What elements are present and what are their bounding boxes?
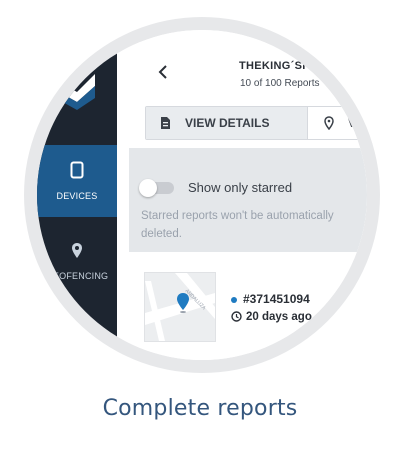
sidebar-item-label: GEOFENCING — [45, 270, 109, 281]
back-arrow-icon[interactable] — [157, 64, 169, 80]
report-count: 10 of 100 Reports — [240, 78, 320, 89]
sidebar-item-devices[interactable]: DEVICES — [37, 145, 117, 217]
toggle-label: Show only starred — [188, 180, 293, 195]
sidebar: DEVICES GEOFENCING — [37, 30, 117, 360]
gear-icon[interactable] — [72, 320, 84, 332]
tab-label: VI — [348, 116, 360, 130]
logo-icon — [59, 74, 95, 110]
show-starred-toggle[interactable] — [139, 179, 174, 197]
location-pin-icon — [324, 116, 334, 130]
app-screenshot-circle: DEVICES GEOFENCING THEKING´SI 10 of 100 … — [37, 30, 367, 360]
main-panel: THEKING´SI 10 of 100 Reports VIEW DETAIL… — [117, 30, 367, 360]
tab-label: VIEW DETAILS — [185, 116, 270, 130]
clock-icon — [231, 311, 242, 322]
location-pin-icon — [72, 242, 82, 258]
map-streets: ANDALUZA — [145, 273, 215, 341]
page-title: THEKING´SI — [239, 60, 306, 72]
tab-bar: VIEW DETAILS VI — [145, 106, 367, 140]
report-age: 20 days ago — [231, 311, 312, 323]
status-dot-icon — [231, 296, 237, 303]
note-line: deleted. — [141, 228, 182, 240]
tab-view-details[interactable]: VIEW DETAILS — [146, 107, 308, 139]
feature-caption: Complete reports — [102, 396, 298, 421]
starred-filter-panel: Show only starred Starred reports won't … — [129, 148, 367, 252]
report-list-item[interactable]: ANDALUZA #371451094 20 days ago — [144, 272, 367, 342]
toggle-knob — [139, 179, 157, 197]
report-id: #371451094 — [231, 292, 310, 306]
map-thumbnail: ANDALUZA — [144, 272, 216, 342]
document-icon — [161, 117, 170, 129]
report-id-text: #371451094 — [243, 292, 310, 306]
report-age-text: 20 days ago — [246, 311, 312, 323]
starred-note: Starred reports won't be automatically d… — [141, 207, 334, 243]
note-line: Starred reports won't be automatically — [141, 210, 334, 222]
tab-view-map[interactable]: VI — [308, 107, 359, 139]
sidebar-item-label: DEVICES — [56, 191, 98, 201]
tablet-icon — [70, 161, 84, 179]
sidebar-item-geofencing[interactable]: GEOFENCING — [37, 225, 117, 297]
